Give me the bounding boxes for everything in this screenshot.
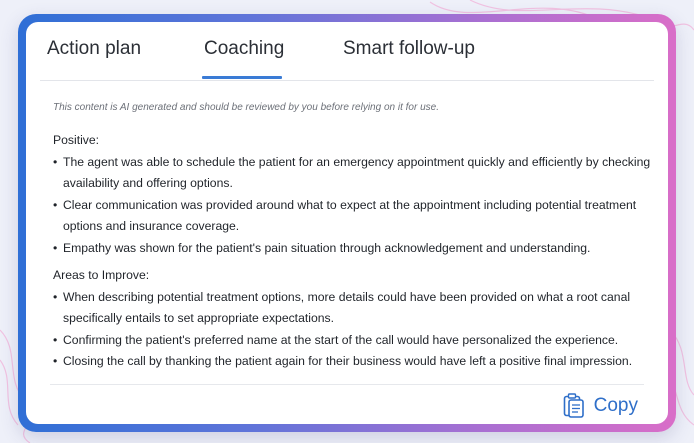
- tab-coaching[interactable]: Coaching: [204, 38, 284, 60]
- tabs-divider: [40, 80, 654, 81]
- list-item: Clear communication was provided around …: [53, 195, 652, 238]
- list-item: The agent was able to schedule the patie…: [53, 152, 652, 195]
- coaching-card: Action plan Coaching Smart follow-up Thi…: [26, 22, 668, 424]
- tab-bar: Action plan Coaching Smart follow-up: [26, 22, 668, 80]
- gradient-frame: Action plan Coaching Smart follow-up Thi…: [18, 14, 676, 432]
- clipboard-icon: [563, 393, 585, 419]
- section-heading-areas-to-improve: Areas to Improve:: [53, 268, 150, 282]
- coaching-content: Positive: The agent was able to schedule…: [53, 130, 652, 373]
- active-tab-indicator: [202, 76, 282, 79]
- footer-divider: [50, 384, 644, 385]
- list-item: When describing potential treatment opti…: [53, 287, 652, 330]
- tab-smart-follow-up[interactable]: Smart follow-up: [343, 38, 475, 60]
- ai-disclaimer: This content is AI generated and should …: [53, 102, 439, 113]
- list-item: Closing the call by thanking the patient…: [53, 351, 652, 373]
- copy-button[interactable]: Copy: [563, 391, 638, 421]
- positive-list: The agent was able to schedule the patie…: [53, 152, 652, 260]
- section-heading-positive: Positive:: [53, 133, 100, 147]
- list-item: Confirming the patient's preferred name …: [53, 330, 652, 352]
- copy-button-label: Copy: [593, 395, 638, 416]
- tab-action-plan[interactable]: Action plan: [47, 38, 141, 60]
- improve-list: When describing potential treatment opti…: [53, 287, 652, 373]
- app-stage: Action plan Coaching Smart follow-up Thi…: [0, 0, 694, 443]
- list-item: Empathy was shown for the patient's pain…: [53, 238, 652, 260]
